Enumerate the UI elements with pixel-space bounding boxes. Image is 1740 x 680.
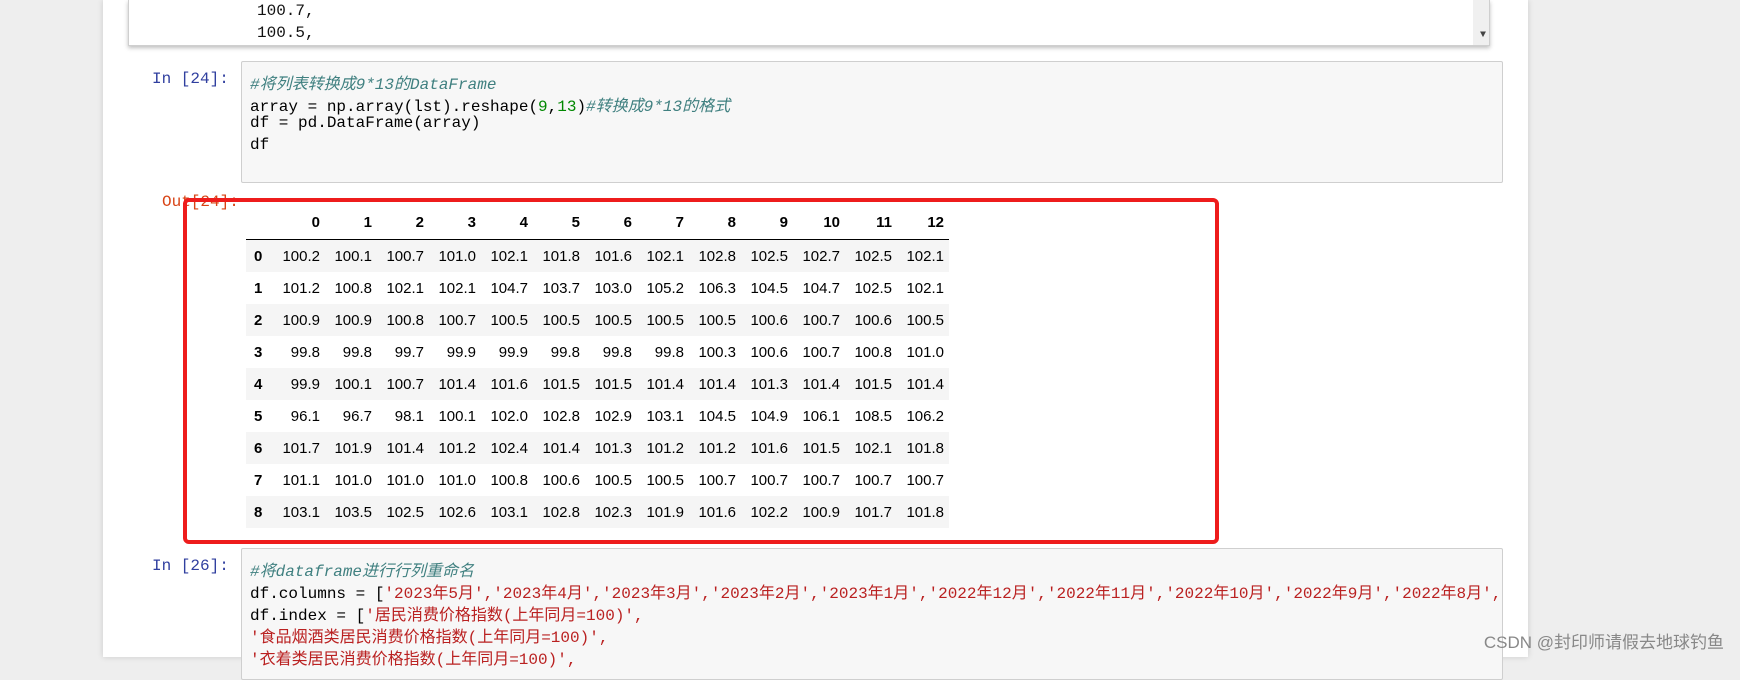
code-line: df (250, 136, 270, 154)
output-line: 100.5, (257, 24, 315, 42)
code-cell-input[interactable]: #将dataframe进行行列重命名 df.columns = ['2023年5… (241, 548, 1503, 680)
code-string: '衣着类居民消费价格指数(上年同月=100)', (250, 651, 577, 669)
input-prompt: In [26]: (152, 557, 229, 575)
code-line: df = pd.DataFrame(array) (250, 114, 481, 132)
watermark: CSDN @封印师请假去地球钓鱼 (1483, 633, 1724, 652)
red-highlight-box (183, 198, 1219, 544)
code-text: ) (576, 98, 587, 116)
code-number: 9 (538, 98, 548, 116)
code-cell-input[interactable]: #将列表转换成9*13的DataFrame array = np.array(l… (241, 61, 1503, 183)
input-prompt: In [24]: (152, 70, 229, 88)
code-comment: #转换成9*13的格式 (586, 98, 731, 116)
code-number: 13 (557, 98, 577, 116)
scrollbar[interactable]: ▼ (1473, 0, 1489, 45)
code-text: , (547, 98, 558, 116)
previous-output-scroll-area[interactable]: 100.7, 100.5, ▼ (128, 0, 1490, 46)
output-line: 100.7, (257, 2, 315, 20)
scroll-down-arrow-icon[interactable]: ▼ (1480, 30, 1486, 41)
